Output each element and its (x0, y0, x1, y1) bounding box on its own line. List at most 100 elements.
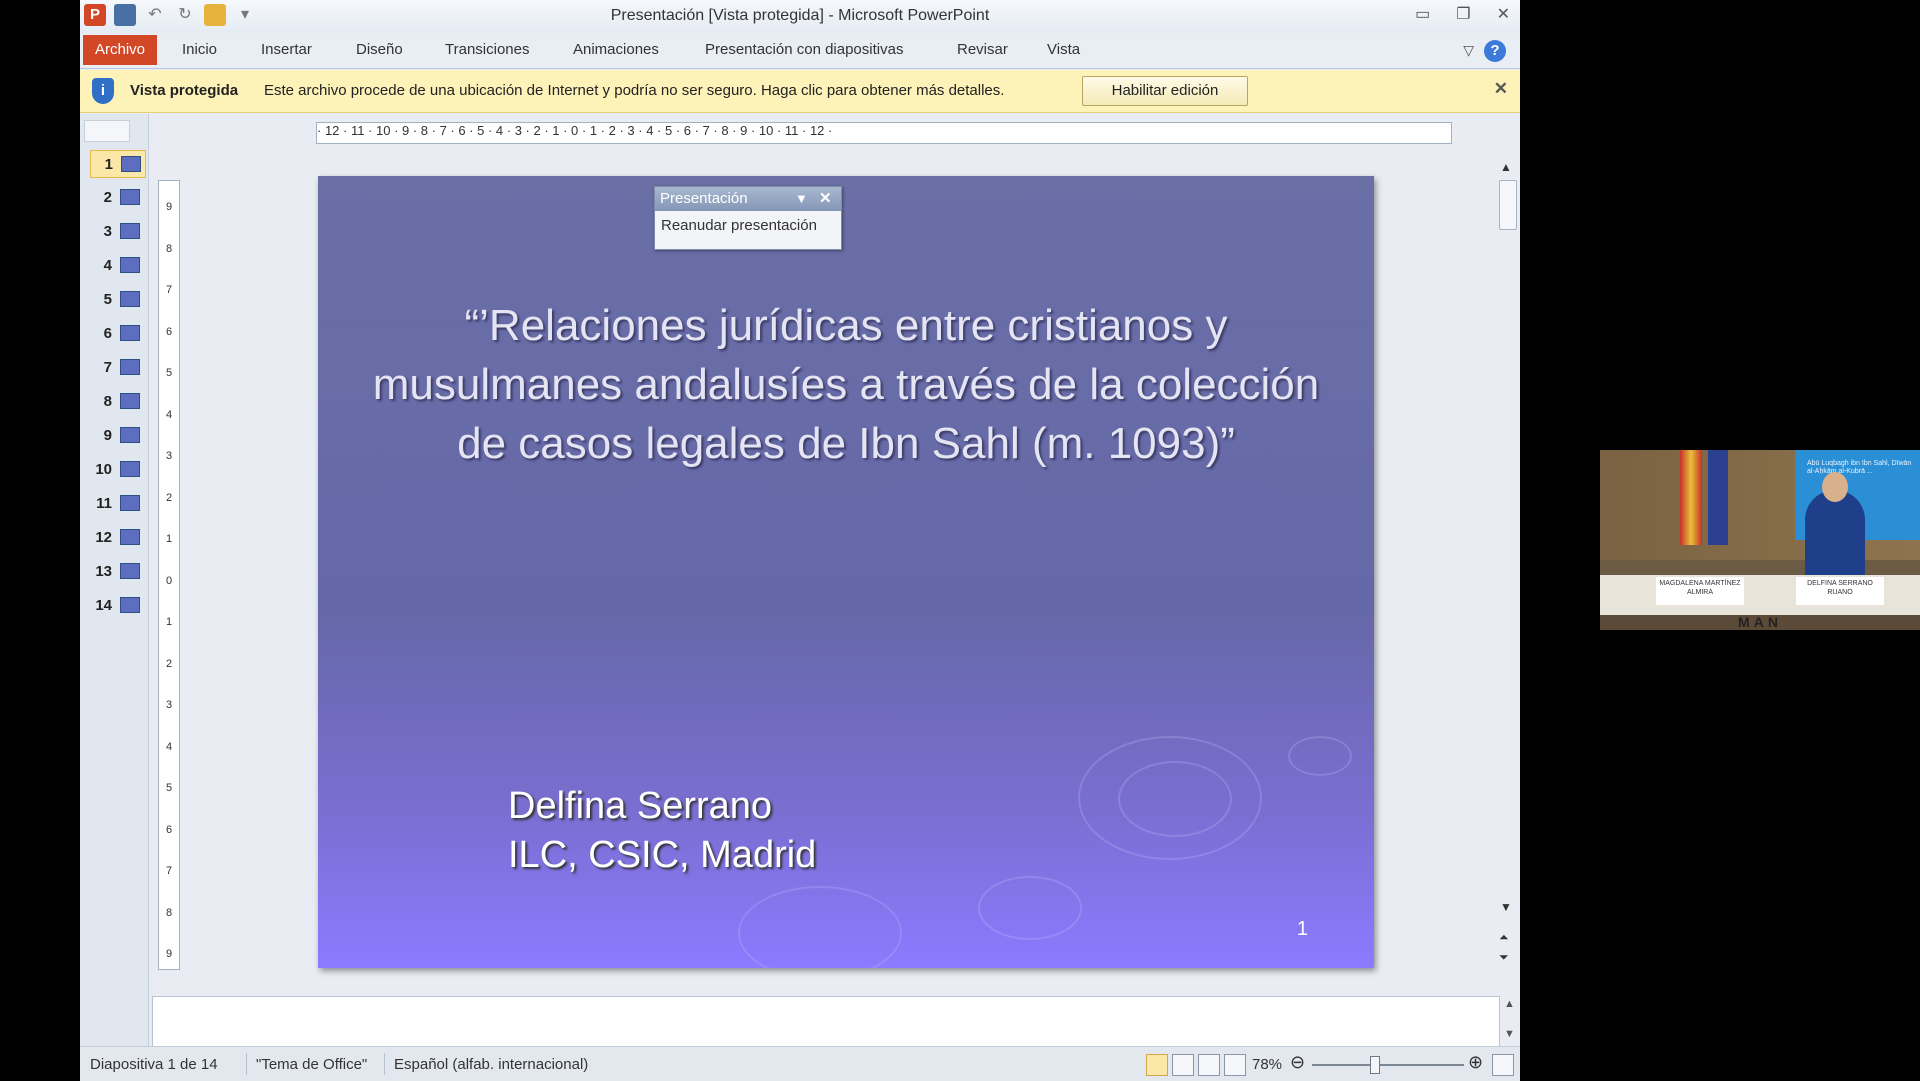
slide-icon (120, 529, 140, 545)
ruler-tick-label: 2 (165, 491, 173, 504)
floating-toolbar-header[interactable]: Presentación ▼ ✕ (655, 187, 841, 211)
ruler-tick-label: 4 (165, 408, 173, 421)
eu-flag (1708, 450, 1728, 545)
title-bar: P ↶ ↻ ▾ Presentación [Vista protegida] -… (80, 0, 1520, 32)
slide-thumbnail[interactable]: 3 (90, 218, 144, 244)
scroll-up-icon[interactable]: ▲ (1500, 160, 1512, 174)
tab-vista[interactable]: Vista (1047, 41, 1080, 58)
protected-view-bar: i Vista protegida Este archivo procede d… (80, 70, 1520, 113)
zoom-level[interactable]: 78% (1252, 1056, 1282, 1073)
slide-sorter-icon[interactable] (1172, 1054, 1194, 1076)
status-divider (384, 1053, 385, 1075)
ruler-tick-label: 5 (165, 367, 173, 379)
language-indicator[interactable]: Español (alfab. internacional) (394, 1056, 588, 1073)
slide-thumbnail[interactable]: 10 (90, 456, 144, 482)
powerpoint-window: P ↶ ↻ ▾ Presentación [Vista protegida] -… (80, 0, 1520, 1081)
dropdown-icon[interactable]: ▼ (795, 187, 808, 211)
zoom-slider-thumb[interactable] (1370, 1056, 1380, 1074)
zoom-in-icon[interactable]: ⊕ (1468, 1052, 1483, 1073)
tab-archivo[interactable]: Archivo (83, 35, 157, 65)
slide-thumbnail[interactable]: 6 (90, 320, 144, 346)
tab-revisar[interactable]: Revisar (957, 41, 1008, 58)
ruler-tick-label: 0 (165, 574, 173, 587)
presentation-floating-toolbar[interactable]: Presentación ▼ ✕ Reanudar presentación (654, 186, 842, 250)
protected-view-message[interactable]: Este archivo procede de una ubicación de… (264, 82, 1004, 99)
ruler-tick-label: 3 (165, 699, 173, 711)
slide-icon (120, 427, 140, 443)
ribbon-tabs: Archivo Inicio Insertar Diseño Transicio… (80, 34, 1520, 69)
author-name: Delfina Serrano (508, 785, 773, 827)
slide-thumbnail[interactable]: 5 (90, 286, 144, 312)
slide-number: 1 (1296, 918, 1308, 940)
zoom-slider[interactable] (1312, 1064, 1464, 1066)
slide-thumbnail[interactable]: 14 (90, 592, 144, 618)
close-icon[interactable]: ✕ (1494, 79, 1508, 99)
slide-author[interactable]: Delfina Serrano ILC, CSIC, Madrid (508, 782, 816, 880)
normal-view-icon[interactable] (1146, 1054, 1168, 1076)
ruler-tick-label: 8 (165, 242, 173, 255)
slide-canvas[interactable]: “’Relaciones jurídicas entre cristianos … (318, 176, 1374, 968)
slide-thumbnail[interactable]: 2 (90, 184, 144, 210)
slide-thumbnail[interactable]: 1 (90, 150, 146, 178)
ripple-decoration (978, 876, 1082, 940)
help-icon[interactable]: ? (1484, 40, 1506, 62)
status-divider (246, 1053, 247, 1075)
enable-editing-button[interactable]: Habilitar edición (1082, 76, 1248, 106)
slide-thumbnail[interactable]: 13 (90, 558, 144, 584)
slide-icon (120, 325, 140, 341)
vertical-scrollbar[interactable]: ▲ ▼ ⏶ ⏷ (1496, 160, 1518, 970)
slide-icon (121, 156, 141, 172)
slide-icon (120, 189, 140, 205)
slide-icon (120, 359, 140, 375)
tab-transiciones[interactable]: Transiciones (445, 41, 529, 58)
ruler-tick-label: 3 (165, 450, 173, 462)
slide-icon (120, 563, 140, 579)
slide-thumbnail[interactable]: 11 (90, 490, 144, 516)
scroll-up-icon[interactable]: ▲ (1504, 998, 1515, 1010)
fit-to-window-icon[interactable] (1492, 1054, 1514, 1076)
minimize-icon[interactable]: ▭ (1415, 4, 1430, 24)
previous-slide-icon[interactable]: ⏶ (1499, 930, 1509, 945)
notes-scrollbar[interactable]: ▲ ▼ (1500, 996, 1520, 1048)
name-plate-right: DELFINA SERRANO RUANO (1796, 577, 1884, 605)
notes-pane[interactable] (152, 996, 1500, 1048)
ripple-decoration (738, 886, 902, 968)
tab-inicio[interactable]: Inicio (182, 41, 217, 58)
reading-view-icon[interactable] (1198, 1054, 1220, 1076)
minimize-ribbon-icon[interactable]: ▽ (1463, 42, 1474, 59)
spain-flag (1680, 450, 1702, 545)
scroll-down-icon[interactable]: ▼ (1504, 1028, 1515, 1040)
slides-pane: 1 2 3 4 5 6 7 8 9 10 11 12 13 14 (80, 114, 149, 1046)
slide-thumbnail[interactable]: 4 (90, 252, 144, 278)
banner-text: MAN (1600, 615, 1920, 630)
vertical-ruler[interactable]: 9 8 7 6 5 4 3 2 1 0 1 2 3 4 5 6 7 8 9 (158, 180, 180, 970)
tab-presentacion[interactable]: Presentación con diapositivas (705, 41, 903, 58)
slideshow-icon[interactable] (1224, 1054, 1246, 1076)
slide-thumbnail[interactable]: 8 (90, 388, 144, 414)
close-icon[interactable]: ✕ (1497, 4, 1510, 24)
zoom-out-icon[interactable]: ⊖ (1290, 1052, 1305, 1073)
horizontal-ruler[interactable]: · 12 · 11 · 10 · 9 · 8 · 7 · 6 · 5 · 4 ·… (316, 122, 1452, 144)
resume-presentation-button[interactable]: Reanudar presentación (661, 217, 817, 234)
tab-diseno[interactable]: Diseño (356, 41, 403, 58)
scroll-thumb[interactable] (1499, 180, 1517, 230)
slides-outline-tabs[interactable] (84, 120, 130, 142)
scroll-down-icon[interactable]: ▼ (1500, 900, 1512, 914)
slide-thumbnail[interactable]: 7 (90, 354, 144, 380)
slide-thumbnail[interactable]: 12 (90, 524, 144, 550)
slide-counter[interactable]: Diapositiva 1 de 14 (90, 1056, 218, 1073)
tab-animaciones[interactable]: Animaciones (573, 41, 659, 58)
ruler-tick-label: 7 (165, 865, 173, 877)
slide-title[interactable]: “’Relaciones jurídicas entre cristianos … (368, 296, 1324, 473)
ripple-decoration (1118, 761, 1232, 837)
slide-icon (120, 495, 140, 511)
slide-icon (120, 461, 140, 477)
restore-icon[interactable]: ❐ (1456, 4, 1470, 24)
slide-icon (120, 223, 140, 239)
slide-thumbnail[interactable]: 9 (90, 422, 144, 448)
theme-name[interactable]: "Tema de Office" (256, 1056, 367, 1073)
slide-icon (120, 597, 140, 613)
tab-insertar[interactable]: Insertar (261, 41, 312, 58)
close-icon[interactable]: ✕ (819, 187, 832, 211)
next-slide-icon[interactable]: ⏷ (1499, 950, 1509, 965)
